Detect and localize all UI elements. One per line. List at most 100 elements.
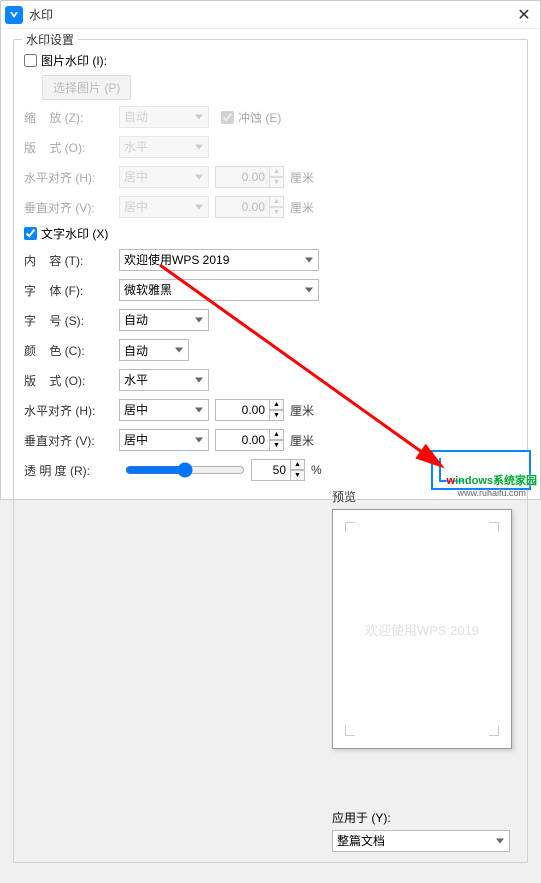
font-select[interactable]: 微软雅黑 <box>119 279 319 301</box>
text-watermark-checkbox[interactable] <box>24 227 37 240</box>
image-layout-label: 版 式 (O): <box>24 139 119 156</box>
spinner-down-icon[interactable]: ▼ <box>269 207 284 218</box>
content-label: 内 容 (T): <box>24 252 119 269</box>
text-halign-select[interactable]: 居中 <box>119 399 209 421</box>
image-halign-select[interactable]: 居中 <box>119 166 209 188</box>
image-halign-spinner: ▲ ▼ <box>269 166 284 188</box>
image-valign-row: 垂直对齐 (V): 居中 ▲ ▼ 厘米 <box>24 195 344 219</box>
text-content-row: 内 容 (T): 欢迎使用WPS 2019 <box>24 248 344 272</box>
text-size-row: 字 号 (S): 自动 <box>24 308 344 332</box>
opacity-unit: % <box>311 463 322 477</box>
titlebar: 水印 ✕ <box>1 1 540 29</box>
size-select[interactable]: 自动 <box>119 309 209 331</box>
settings-left-column: 图片水印 (I): 选择图片 (P) 缩 放 (Z): 自动 冲蚀 (E) <box>24 48 344 488</box>
image-valign-offset-input[interactable] <box>215 196 270 218</box>
spinner-up-icon[interactable]: ▲ <box>269 399 284 410</box>
text-valign-select-wrap: 居中 <box>119 429 209 451</box>
spinner-up-icon[interactable]: ▲ <box>290 459 305 470</box>
text-layout-select[interactable]: 水平 <box>119 369 209 391</box>
app-icon <box>5 6 23 24</box>
washout-label: 冲蚀 (E) <box>238 109 281 126</box>
text-layout-row: 版 式 (O): 水平 <box>24 368 344 392</box>
text-valign-spinner: ▲ ▼ <box>269 429 284 451</box>
size-select-wrap: 自动 <box>119 309 209 331</box>
spinner-down-icon[interactable]: ▼ <box>290 470 305 481</box>
image-valign-select-wrap: 居中 <box>119 196 209 218</box>
image-layout-select-wrap: 水平 <box>119 136 209 158</box>
select-image-button[interactable]: 选择图片 (P) <box>42 75 131 100</box>
scale-label: 缩 放 (Z): <box>24 109 119 126</box>
text-valign-unit: 厘米 <box>290 432 314 449</box>
spinner-up-icon[interactable]: ▲ <box>269 196 284 207</box>
corner-icon <box>489 726 499 736</box>
image-scale-row: 缩 放 (Z): 自动 冲蚀 (E) <box>24 105 344 129</box>
text-layout-label: 版 式 (O): <box>24 372 119 389</box>
preview-watermark-text: 欢迎使用WPS 2019 <box>365 620 479 639</box>
image-halign-row: 水平对齐 (H): 居中 ▲ ▼ 厘米 <box>24 165 344 189</box>
opacity-label: 透 明 度 (R): <box>24 462 119 479</box>
text-valign-select[interactable]: 居中 <box>119 429 209 451</box>
image-layout-row: 版 式 (O): 水平 <box>24 135 344 159</box>
font-label: 字 体 (F): <box>24 282 119 299</box>
spinner-up-icon[interactable]: ▲ <box>269 166 284 177</box>
color-value-text: 自动 <box>124 342 148 359</box>
text-halign-offset-input[interactable] <box>215 399 270 421</box>
text-valign-row: 垂直对齐 (V): 居中 ▲ ▼ 厘米 <box>24 428 344 452</box>
image-watermark-checkbox-row: 图片水印 (I): <box>24 52 344 69</box>
apply-to-label: 应用于 (Y): <box>332 809 517 826</box>
spinner-down-icon[interactable]: ▼ <box>269 440 284 451</box>
apply-to-select-wrap: 整篇文档 <box>332 830 510 852</box>
close-button[interactable]: ✕ <box>512 3 536 27</box>
image-valign-label: 垂直对齐 (V): <box>24 199 119 216</box>
image-halign-label: 水平对齐 (H): <box>24 169 119 186</box>
image-watermark-checkbox[interactable] <box>24 54 37 67</box>
washout-checkbox[interactable] <box>221 111 234 124</box>
text-watermark-label: 文字水印 (X) <box>41 225 108 242</box>
settings-right-column: 预览 欢迎使用WPS 2019 应用于 (Y): 整篇文档 <box>332 488 517 852</box>
scale-select-wrap: 自动 <box>119 106 209 128</box>
watermark-dialog: 水印 ✕ 水印设置 图片水印 (I): 选择图片 (P) 缩 放 (Z): 自动 <box>0 0 541 500</box>
font-select-wrap: 微软雅黑 <box>119 279 319 301</box>
image-halign-offset-input[interactable] <box>215 166 270 188</box>
image-halign-unit: 厘米 <box>290 169 314 186</box>
scale-select[interactable]: 自动 <box>119 106 209 128</box>
washout-wrap: 冲蚀 (E) <box>221 109 281 126</box>
spinner-down-icon[interactable]: ▼ <box>269 410 284 421</box>
text-halign-spinner: ▲ ▼ <box>269 399 284 421</box>
apply-to-select[interactable]: 整篇文档 <box>332 830 510 852</box>
image-layout-select[interactable]: 水平 <box>119 136 209 158</box>
text-valign-offset-input[interactable] <box>215 429 270 451</box>
dialog-title: 水印 <box>29 6 512 23</box>
source-watermark: windows系统家园 www.ruhaifu.com <box>447 472 537 498</box>
text-font-row: 字 体 (F): 微软雅黑 <box>24 278 344 302</box>
text-valign-label: 垂直对齐 (V): <box>24 432 119 449</box>
opacity-spinner: ▲ ▼ <box>290 459 305 481</box>
preview-box: 欢迎使用WPS 2019 <box>332 509 512 749</box>
size-label: 字 号 (S): <box>24 312 119 329</box>
fieldset-legend: 水印设置 <box>22 31 78 48</box>
text-layout-select-wrap: 水平 <box>119 369 209 391</box>
text-watermark-checkbox-row: 文字水印 (X) <box>24 225 344 242</box>
image-valign-spinner: ▲ ▼ <box>269 196 284 218</box>
text-halign-unit: 厘米 <box>290 402 314 419</box>
content-select-wrap: 欢迎使用WPS 2019 <box>119 249 319 271</box>
color-select[interactable]: 自动 <box>119 339 189 361</box>
opacity-slider[interactable] <box>125 462 245 478</box>
text-halign-row: 水平对齐 (H): 居中 ▲ ▼ 厘米 <box>24 398 344 422</box>
text-halign-label: 水平对齐 (H): <box>24 402 119 419</box>
opacity-row: 透 明 度 (R): ▲ ▼ % <box>24 458 344 482</box>
select-image-row: 选择图片 (P) <box>24 75 344 99</box>
corner-icon <box>345 726 355 736</box>
content-select[interactable]: 欢迎使用WPS 2019 <box>119 249 319 271</box>
spinner-up-icon[interactable]: ▲ <box>269 429 284 440</box>
image-valign-unit: 厘米 <box>290 199 314 216</box>
spinner-down-icon[interactable]: ▼ <box>269 177 284 188</box>
color-select-wrap: 自动 <box>119 339 189 361</box>
corner-icon <box>345 522 355 532</box>
corner-icon <box>489 522 499 532</box>
apply-to-section: 应用于 (Y): 整篇文档 <box>332 809 517 852</box>
text-color-row: 颜 色 (C): 自动 <box>24 338 344 362</box>
image-watermark-label: 图片水印 (I): <box>41 52 107 69</box>
opacity-input[interactable] <box>251 459 291 481</box>
image-valign-select[interactable]: 居中 <box>119 196 209 218</box>
